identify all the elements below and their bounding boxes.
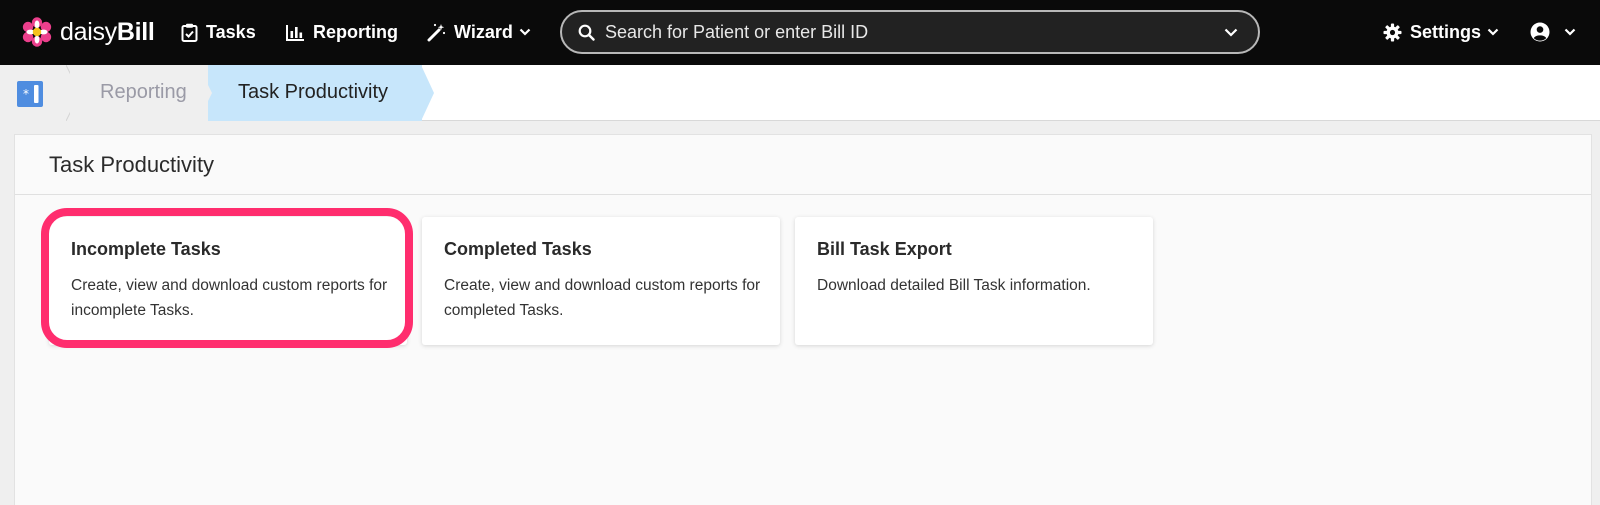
search-dropdown-chevron-icon[interactable] bbox=[1224, 28, 1238, 37]
breadcrumb-separator bbox=[198, 65, 212, 121]
report-card-completed-tasks[interactable]: Completed Tasks Create, view and downloa… bbox=[422, 217, 780, 345]
nav-tasks-label: Tasks bbox=[206, 21, 256, 42]
nav-settings-label: Settings bbox=[1410, 21, 1482, 42]
search-input[interactable] bbox=[605, 21, 1224, 43]
page-title: Task Productivity bbox=[49, 152, 215, 177]
panel-header: Task Productivity bbox=[15, 135, 1591, 195]
card-description: Create, view and download custom reports… bbox=[444, 277, 761, 319]
logo-text-bold: Bill bbox=[116, 17, 155, 46]
nav-settings[interactable]: Settings bbox=[1383, 19, 1499, 45]
nav-wizard[interactable]: Wizard bbox=[427, 19, 531, 45]
nav-reporting[interactable]: Reporting bbox=[286, 19, 398, 45]
breadcrumb-current-label: Task Productivity bbox=[238, 81, 389, 103]
home-icon: * bbox=[17, 81, 43, 107]
chevron-down-icon bbox=[1564, 28, 1576, 36]
card-description: Create, view and download custom reports… bbox=[71, 277, 388, 319]
top-navbar: daisyBill Tasks Reporting Wizard Search … bbox=[0, 0, 1600, 65]
card-title: Completed Tasks bbox=[444, 239, 592, 259]
chevron-down-icon bbox=[519, 28, 531, 36]
user-menu[interactable] bbox=[1530, 19, 1576, 45]
card-title: Incomplete Tasks bbox=[71, 239, 221, 259]
magic-wand-icon bbox=[427, 23, 446, 41]
breadcrumb-active-arrow bbox=[421, 65, 434, 121]
svg-text:*: * bbox=[23, 87, 29, 101]
bar-chart-icon bbox=[286, 24, 304, 41]
breadcrumb: * Reporting Task Productivity bbox=[0, 65, 1600, 121]
report-card-incomplete-tasks[interactable]: Incomplete Tasks Create, view and downlo… bbox=[49, 217, 407, 345]
nav-reporting-label: Reporting bbox=[313, 21, 398, 42]
logo-text: daisyBill bbox=[60, 18, 155, 47]
breadcrumb-home[interactable]: * bbox=[0, 65, 70, 121]
app-logo[interactable]: daisyBill bbox=[21, 16, 155, 48]
breadcrumb-current: Task Productivity bbox=[208, 65, 422, 121]
nav-tasks[interactable]: Tasks bbox=[181, 19, 256, 45]
card-description: Download detailed Bill Task information. bbox=[817, 277, 1091, 294]
chevron-down-icon bbox=[1487, 28, 1499, 36]
daisy-logo-icon bbox=[22, 17, 52, 47]
card-title: Bill Task Export bbox=[817, 239, 952, 259]
report-card-bill-task-export[interactable]: Bill Task Export Download detailed Bill … bbox=[795, 217, 1153, 345]
clipboard-check-icon bbox=[181, 23, 198, 42]
user-circle-icon bbox=[1530, 22, 1550, 42]
patient-search-box[interactable] bbox=[560, 10, 1260, 54]
logo-text-light: daisy bbox=[60, 17, 117, 46]
search-icon bbox=[578, 24, 595, 41]
nav-wizard-label: Wizard bbox=[454, 21, 513, 42]
breadcrumb-reporting[interactable]: Reporting bbox=[70, 65, 210, 121]
main-panel: Task Productivity Incomplete Tasks Creat… bbox=[14, 134, 1592, 505]
breadcrumb-reporting-label: Reporting bbox=[100, 81, 187, 103]
gear-icon bbox=[1383, 22, 1402, 42]
